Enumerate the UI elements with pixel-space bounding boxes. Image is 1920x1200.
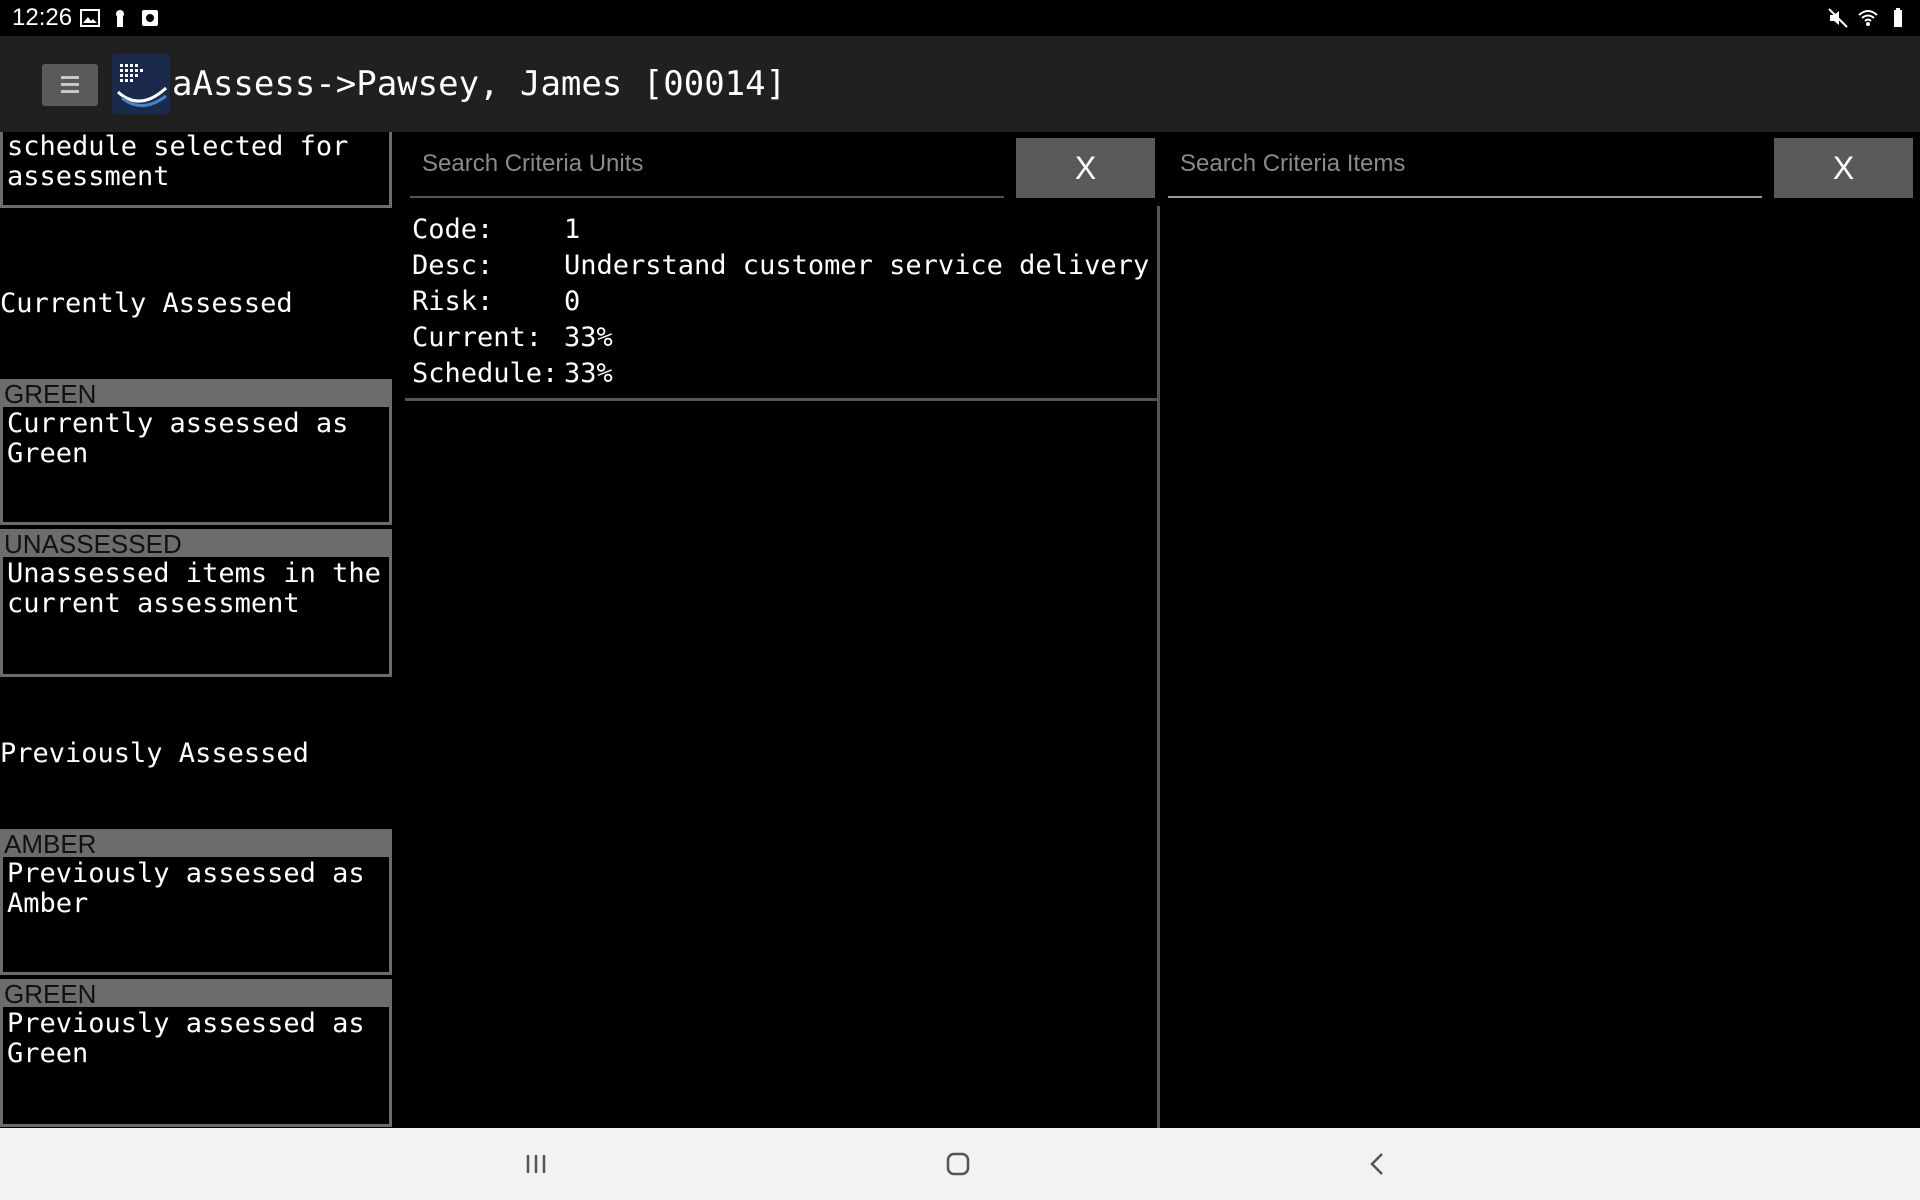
- battery-icon: [1894, 8, 1902, 27]
- current-value: 33%: [564, 322, 613, 353]
- unit-details: Code: 1 Desc: Understand customer service …: [412, 212, 1149, 392]
- desc-row: Desc: Understand customer service deliver…: [412, 248, 1149, 284]
- hamburger-menu-icon[interactable]: [42, 64, 98, 106]
- code-value: 1: [564, 214, 581, 245]
- navigation-bar: [0, 1128, 1920, 1200]
- previous-amber-card[interactable]: AMBER Previously assessed as Amber: [0, 829, 392, 975]
- current-green-card[interactable]: GREEN Currently assessed as Green: [0, 379, 392, 525]
- items-search-field: [1168, 136, 1762, 198]
- desc-value: Understand customer service delivery: [564, 250, 1150, 281]
- recents-icon[interactable]: [514, 1142, 558, 1186]
- risk-label: Risk:: [412, 286, 494, 317]
- card-text: Unassessed items in the current assessme…: [0, 557, 392, 677]
- units-search-input[interactable]: [410, 136, 1004, 192]
- column-divider: [1157, 206, 1160, 1128]
- mute-icon: [1828, 8, 1848, 28]
- currently-assessed-heading: Currently Assessed: [0, 288, 293, 319]
- home-icon[interactable]: [936, 1142, 980, 1186]
- app-bar: aAssess->Pawsey, James [00014]: [0, 36, 1920, 132]
- card-text: Previously assessed as Green: [0, 1007, 392, 1127]
- status-icons-right: [1828, 8, 1908, 28]
- wifi-icon: [1858, 10, 1878, 26]
- status-tag: UNASSESSED: [0, 529, 392, 559]
- card-text: Currently assessed as Green: [0, 407, 392, 525]
- code-row: Code: 1: [412, 212, 1149, 248]
- status-bar: 12:26: [0, 0, 1920, 36]
- all-units-card[interactable]: All units in the schedule selected for a…: [0, 132, 392, 208]
- current-row: Current: 33%: [412, 320, 1149, 356]
- unassessed-card[interactable]: UNASSESSED Unassessed items in the curre…: [0, 529, 392, 677]
- previous-green-card[interactable]: GREEN Previously assessed as Green: [0, 979, 392, 1127]
- status-tag: GREEN: [0, 979, 392, 1009]
- image-icon: [80, 9, 100, 27]
- desc-label: Desc:: [412, 250, 494, 281]
- code-label: Code:: [412, 214, 494, 245]
- items-search-clear-button[interactable]: X: [1774, 138, 1913, 198]
- risk-value: 0: [564, 286, 581, 317]
- status-tag: GREEN: [0, 379, 392, 409]
- card-text: Previously assessed as Amber: [0, 857, 392, 975]
- screenshot-icon: [142, 10, 158, 26]
- status-icons-left: [80, 8, 160, 28]
- units-search-clear-button[interactable]: X: [1016, 138, 1155, 198]
- app-title: aAssess->Pawsey, James [00014]: [172, 64, 787, 104]
- back-icon[interactable]: [1356, 1142, 1400, 1186]
- schedule-value: 33%: [564, 358, 613, 389]
- units-search-field: [410, 136, 1004, 198]
- status-tag: AMBER: [0, 829, 392, 859]
- app-logo-icon: [112, 54, 170, 114]
- details-divider: [405, 398, 1159, 401]
- schedule-row: Schedule: 33%: [412, 356, 1149, 392]
- status-time: 12:26: [12, 4, 73, 31]
- previously-assessed-heading: Previously Assessed: [0, 738, 309, 769]
- keyhole-icon: [116, 10, 124, 27]
- risk-row: Risk: 0: [412, 284, 1149, 320]
- items-search-input[interactable]: [1168, 136, 1762, 192]
- current-label: Current:: [412, 322, 543, 353]
- schedule-label: Schedule:: [412, 358, 559, 389]
- legend-panel: All units in the schedule selected for a…: [0, 132, 392, 1128]
- all-units-card-text: All units in the schedule selected for a…: [0, 132, 392, 208]
